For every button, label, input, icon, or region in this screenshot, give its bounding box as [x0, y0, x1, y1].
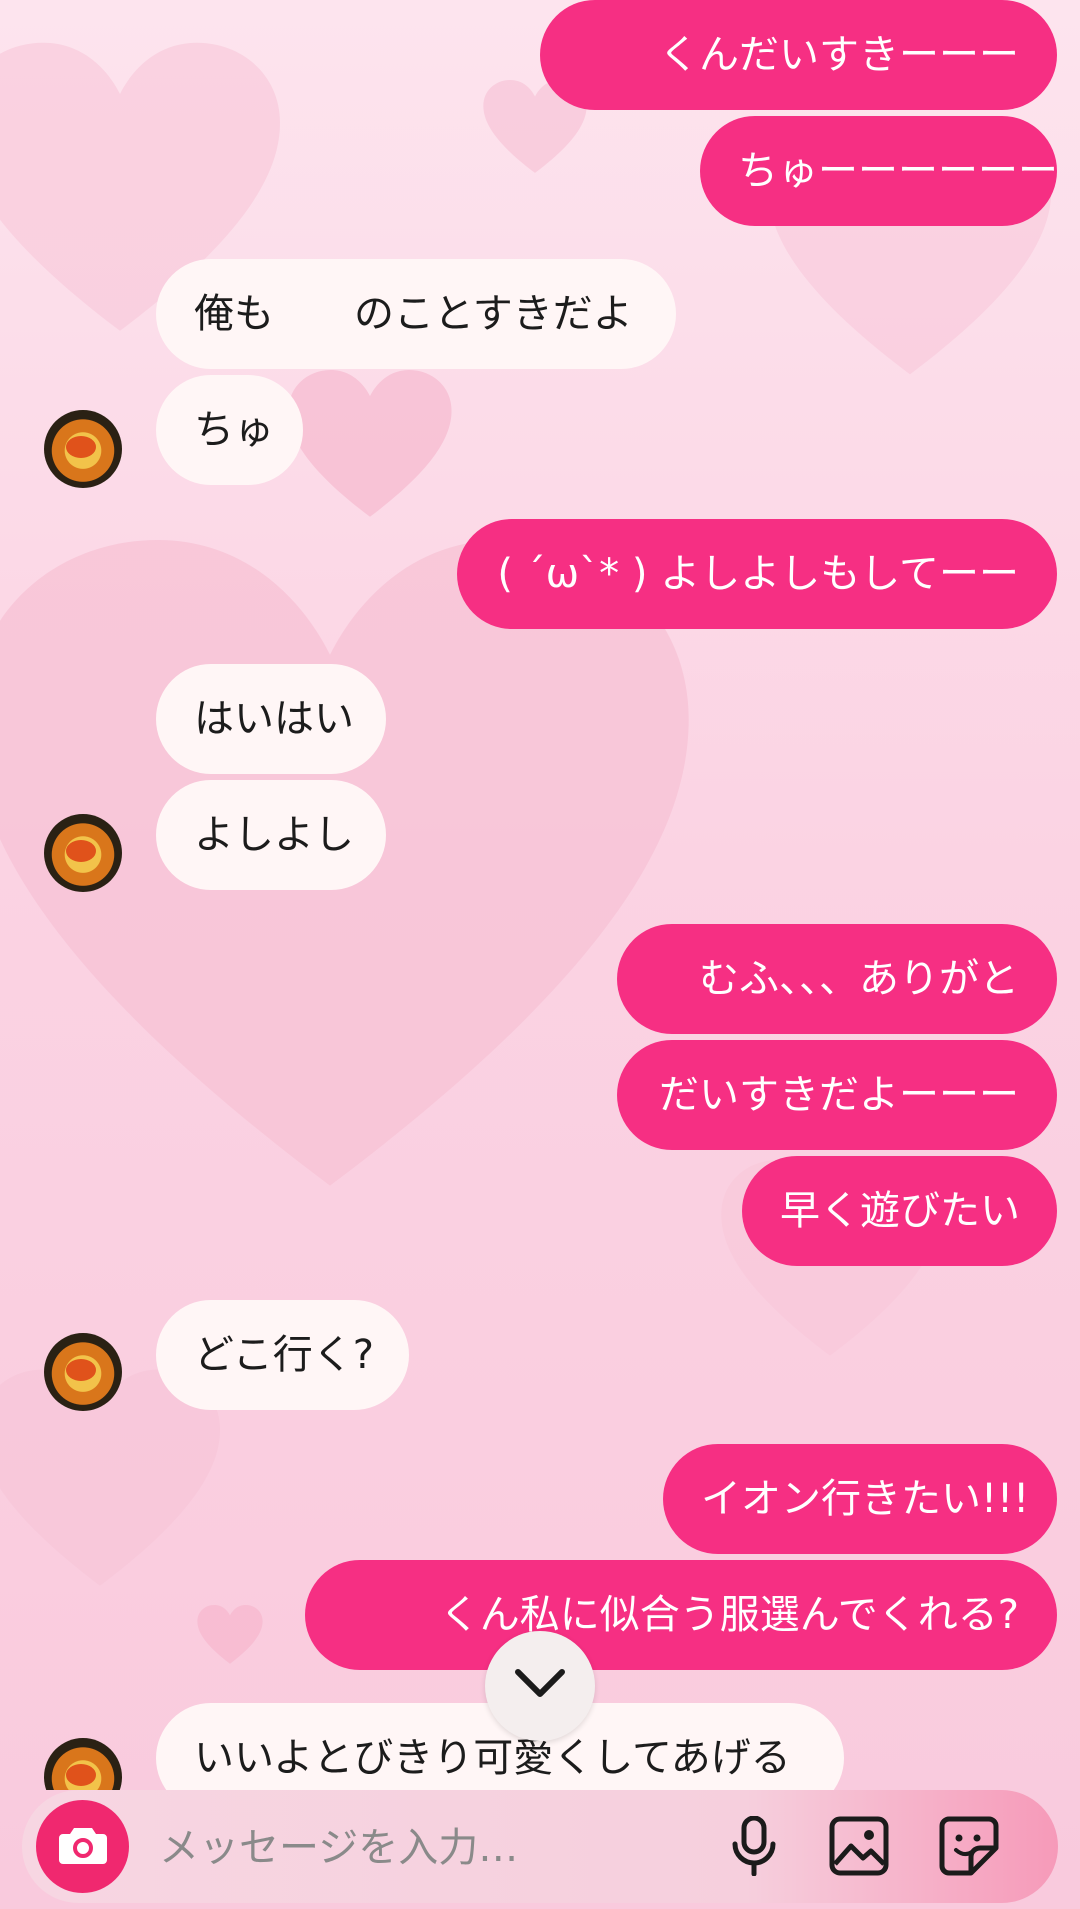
sticker-icon — [939, 1816, 999, 1880]
outgoing-message[interactable]: 早く遊びたい — [742, 1156, 1057, 1266]
incoming-message[interactable]: どこ行く? — [156, 1300, 409, 1410]
scroll-to-bottom-button[interactable] — [485, 1631, 595, 1741]
contact-avatar[interactable] — [44, 1738, 122, 1790]
message-input[interactable] — [157, 1790, 721, 1905]
contact-avatar[interactable] — [44, 410, 122, 488]
incoming-message[interactable]: 俺も のことすきだよ — [156, 259, 676, 369]
camera-icon — [58, 1824, 108, 1870]
microphone-icon — [730, 1815, 778, 1880]
image-button[interactable] — [827, 1816, 891, 1880]
incoming-message[interactable]: よしよし — [156, 780, 386, 890]
microphone-button[interactable] — [722, 1815, 786, 1880]
outgoing-message[interactable]: くん私に似合う服選んでくれる? — [305, 1560, 1057, 1670]
outgoing-message[interactable]: くんだいすきーーー — [540, 0, 1057, 110]
outgoing-message[interactable]: ちゅーーーーーー — [700, 116, 1058, 226]
outgoing-message[interactable]: むふ、、、ありがと — [617, 924, 1057, 1034]
camera-button[interactable] — [36, 1800, 129, 1893]
incoming-message[interactable]: はいはい — [156, 664, 386, 774]
outgoing-message[interactable]: だいすきだよーーー — [617, 1040, 1057, 1150]
contact-avatar[interactable] — [44, 1333, 122, 1411]
image-icon — [829, 1816, 889, 1880]
outgoing-message[interactable]: イオン行きたい!!! — [663, 1444, 1057, 1554]
incoming-message[interactable]: ちゅ — [156, 375, 303, 485]
message-list[interactable]: くんだいすきーーー ちゅーーーーーー 俺も のことすきだよ ちゅ ( ´ω`* … — [0, 0, 1080, 1790]
contact-avatar[interactable] — [44, 814, 122, 892]
outgoing-message[interactable]: ( ´ω`* ) よしよしもしてーー — [457, 519, 1057, 629]
message-composer — [22, 1790, 1058, 1905]
chevron-down-icon — [512, 1666, 568, 1706]
sticker-button[interactable] — [937, 1816, 1001, 1880]
